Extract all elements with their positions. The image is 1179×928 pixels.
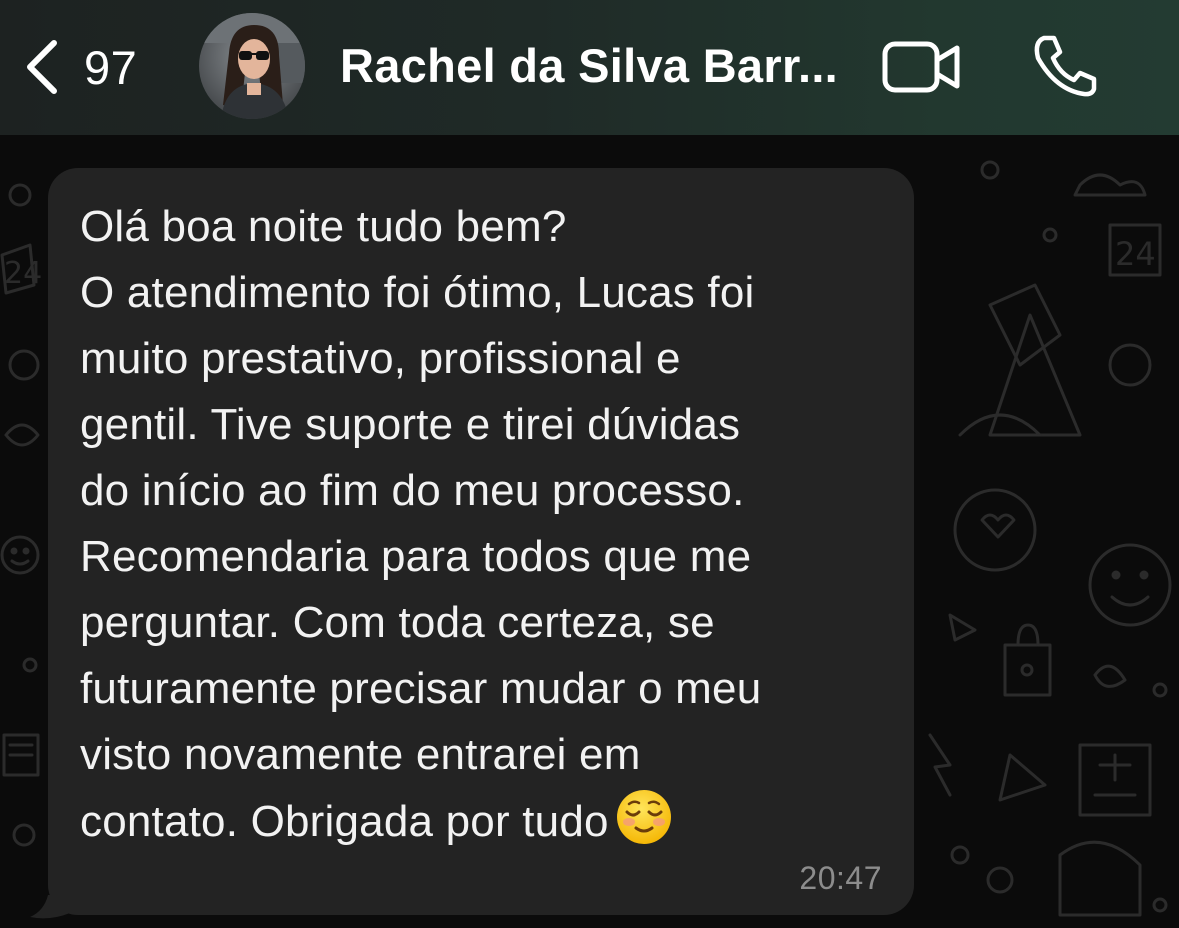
message-line: muito prestativo, profissional e [80,334,681,383]
message-line: do início ao fim do meu processo. [80,466,745,515]
contact-name[interactable]: Rachel da Silva Barr... [340,38,838,93]
chat-header: 97 Rachel da Silva Barr... [0,0,1179,135]
message-line: O atendimento foi ótimo, Lucas foi [80,268,755,317]
video-camera-icon [882,41,962,98]
message-text: Olá boa noite tudo bem? O atendimento fo… [80,194,900,865]
phone-icon [1030,35,1098,102]
chevron-left-icon [22,37,62,97]
message-line: gentil. Tive suporte e tirei dúvidas [80,400,741,449]
smiling-face-icon [615,788,673,865]
message-line: visto novamente entrarei em [80,730,641,779]
message-line: futuramente precisar mudar o meu [80,664,762,713]
chat-area[interactable]: 24 24 Olá boa noite tudo bem? O atendime… [0,135,1179,928]
chat-screen: 97 Rachel da Silva Barr... 24 24 Olá boa… [0,0,1179,928]
message-line: Recomendaria para todos que me [80,532,752,581]
svg-text:24: 24 [1115,235,1156,273]
message-line: Olá boa noite tudo bem? [80,202,567,251]
voice-call-button[interactable] [1030,34,1098,98]
svg-text:24: 24 [4,256,42,291]
message-timestamp: 20:47 [799,860,882,896]
avatar[interactable] [199,13,305,119]
back-button[interactable]: 97 [22,30,137,104]
message-line: contato. Obrigada por tudo [80,797,609,846]
message-line: perguntar. Com toda certeza, se [80,598,715,647]
video-call-button[interactable] [882,40,962,94]
incoming-message-bubble[interactable]: Olá boa noite tudo bem? O atendimento fo… [48,168,914,915]
unread-count: 97 [84,40,138,94]
bubble-tail [30,895,70,919]
